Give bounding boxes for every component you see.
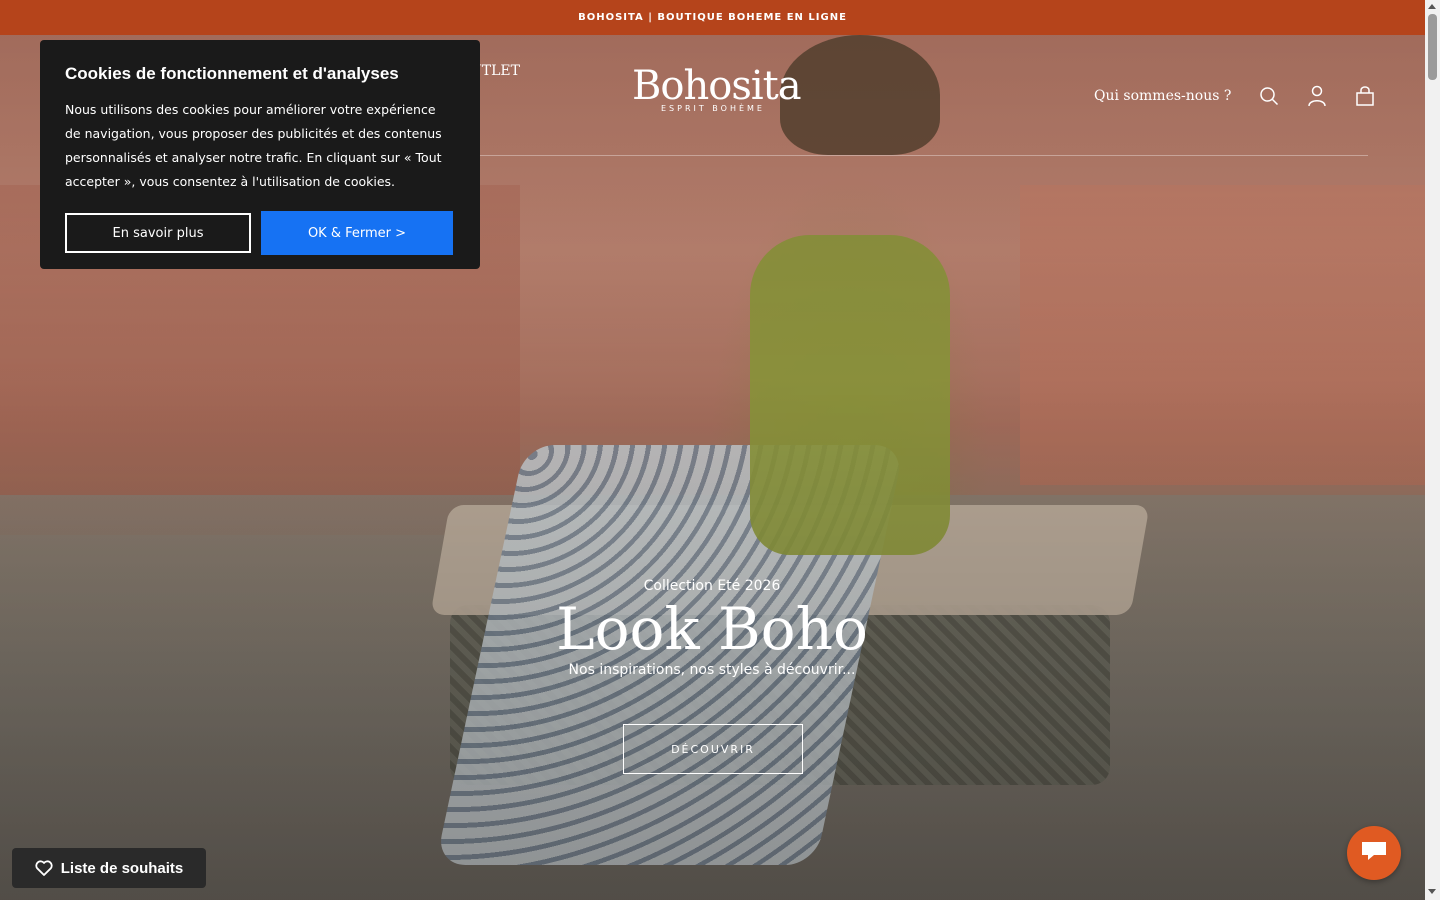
hero-subtitle: Nos inspirations, nos styles à découvrir… xyxy=(568,662,856,678)
learn-more-button[interactable]: En savoir plus xyxy=(65,213,251,253)
cart-icon[interactable] xyxy=(1353,84,1377,108)
accept-close-button[interactable]: OK & Fermer > xyxy=(261,211,453,255)
cookie-body: Nous utilisons des cookies pour améliore… xyxy=(65,102,442,189)
scroll-up-arrow-icon[interactable] xyxy=(1428,4,1436,9)
heart-icon xyxy=(35,860,53,876)
cookie-title: Cookies de fonctionnement et d'analyses xyxy=(65,64,399,83)
header-actions: Qui sommes-nous ? xyxy=(1094,84,1377,108)
search-icon[interactable] xyxy=(1257,84,1281,108)
account-icon[interactable] xyxy=(1305,84,1329,108)
chat-button[interactable] xyxy=(1347,826,1401,880)
discover-button[interactable]: DÉCOUVRIR xyxy=(623,724,803,774)
hero-content: Collection Eté 2026 Look Boho Nos inspir… xyxy=(462,578,962,678)
hero-title: Look Boho xyxy=(556,595,868,663)
discover-button-label: DÉCOUVRIR xyxy=(671,742,755,756)
scroll-down-arrow-icon[interactable] xyxy=(1428,889,1436,894)
chat-bubble-icon xyxy=(1360,839,1388,867)
cookie-buttons: En savoir plus OK & Fermer > xyxy=(65,211,453,255)
site-logo[interactable]: Bohosita ESPRIT BOHÈME xyxy=(632,63,802,113)
announcement-bar: BOHOSITA | BOUTIQUE BOHEME EN LIGNE xyxy=(0,0,1425,35)
page-scrollbar[interactable] xyxy=(1425,0,1440,900)
about-link[interactable]: Qui sommes-nous ? xyxy=(1094,88,1231,104)
wishlist-button[interactable]: Liste de souhaits xyxy=(12,848,206,888)
logo-name: Bohosita xyxy=(632,63,802,109)
announcement-text: BOHOSITA | BOUTIQUE BOHEME EN LIGNE xyxy=(578,12,847,23)
cookie-banner: Cookies de fonctionnement et d'analyses … xyxy=(40,40,480,269)
hero-eyebrow: Collection Eté 2026 xyxy=(643,578,781,594)
wishlist-label: Liste de souhaits xyxy=(60,859,184,877)
scroll-thumb[interactable] xyxy=(1428,14,1437,80)
